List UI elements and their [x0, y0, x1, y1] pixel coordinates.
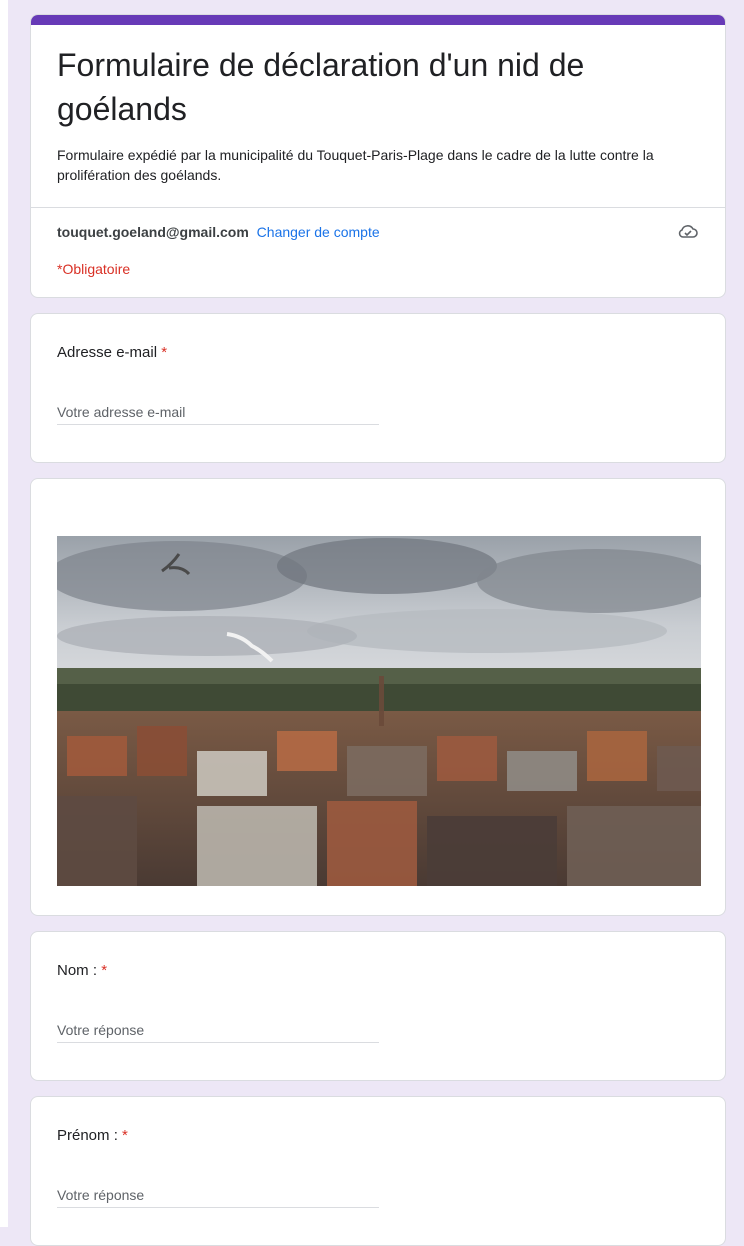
required-note: *Obligatoire [57, 261, 131, 277]
image-card [30, 478, 726, 916]
cloud-check-icon[interactable] [677, 222, 699, 242]
question-card-email: Adresse e-mail * [30, 313, 726, 463]
question-label-nom: Nom : * [57, 962, 107, 979]
required-star: * [101, 962, 108, 979]
form-description: Formulaire expédié par la municipalité d… [57, 147, 654, 183]
question-label-prenom: Prénom : * [57, 1127, 128, 1144]
prenom-input[interactable] [57, 1183, 379, 1208]
account-email: touquet.goeland@gmail.com [57, 224, 249, 240]
question-text: Nom : [57, 962, 98, 979]
nom-input[interactable] [57, 1018, 379, 1043]
header-accent-bar [31, 15, 725, 25]
page-left-strip [0, 0, 8, 1227]
form-header-card: Formulaire de déclaration d'un nid de go… [30, 14, 726, 298]
account-row: touquet.goeland@gmail.com Changer de com… [57, 222, 699, 242]
question-card-nom: Nom : * [30, 931, 726, 1081]
required-star: * [161, 344, 168, 361]
question-text: Adresse e-mail [57, 344, 158, 361]
question-label-email: Adresse e-mail * [57, 344, 167, 361]
email-input[interactable] [57, 400, 379, 425]
question-card-prenom: Prénom : * [30, 1096, 726, 1246]
town-photo [57, 536, 701, 886]
question-text: Prénom : [57, 1127, 118, 1144]
header-divider [31, 207, 725, 208]
required-star: * [122, 1127, 128, 1144]
switch-account-link[interactable]: Changer de compte [257, 224, 380, 240]
form-title: Formulaire de déclaration d'un nid de go… [57, 47, 585, 127]
